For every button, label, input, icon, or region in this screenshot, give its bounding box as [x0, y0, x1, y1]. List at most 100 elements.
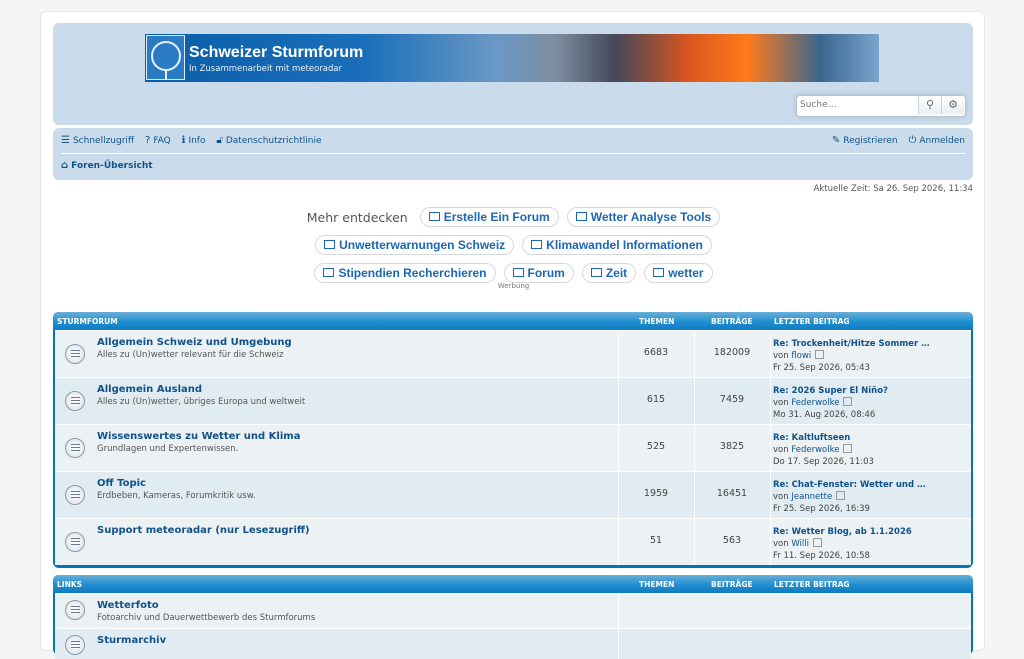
col-last: LETZTER BEITRAG: [774, 580, 850, 589]
forum-row: Allgemein Schweiz und Umgebung Alles zu …: [55, 330, 971, 377]
forum-row: Wissenswertes zu Wetter und Klima Grundl…: [55, 424, 971, 471]
last-post-by: von: [773, 539, 789, 549]
discover-pill[interactable]: Erstelle Ein Forum: [419, 207, 559, 227]
view-post-icon[interactable]: [813, 538, 822, 547]
forum-description: Alles zu (Un)wetter relevant für die Sch…: [97, 350, 284, 360]
view-post-icon[interactable]: [836, 491, 846, 500]
forum-row: Sturmarchiv: [55, 628, 971, 659]
view-post-icon[interactable]: [815, 350, 825, 359]
site-description: In Zusammenarbeit mit meteoradar: [189, 64, 343, 74]
home-icon: ⌂: [61, 160, 69, 171]
post-count: 563: [722, 535, 742, 546]
last-post-title[interactable]: Re: Trockenheit/Hitze Sommer …: [773, 338, 930, 350]
ad-icon: [653, 268, 665, 278]
ad-icon: [590, 268, 602, 278]
search-button[interactable]: ⚲: [918, 96, 941, 114]
bars-icon: ☰: [61, 135, 70, 146]
last-post: Re: Chat-Fenster: Wetter und … von Jeann…: [773, 479, 926, 515]
col-divider: [618, 629, 619, 659]
category-name[interactable]: LINKS: [57, 580, 82, 589]
discover-more: Mehr entdecken Erstelle Ein Forum Wetter…: [41, 203, 986, 287]
forum-description: Grundlagen und Expertenwissen.: [97, 444, 239, 454]
forum-row: Off Topic Erdbeben, Kameras, Forumkritik…: [55, 471, 971, 518]
forum-title[interactable]: Wissenswertes zu Wetter und Klima: [97, 431, 300, 442]
forum-row: Allgemein Ausland Alles zu (Un)wetter, ü…: [55, 377, 971, 424]
lock-icon: 🔓︎: [216, 135, 223, 146]
ad-icon: [428, 212, 440, 222]
last-post-date: Fr 25. Sep 2026, 16:39: [773, 504, 870, 514]
link-icon[interactable]: [65, 600, 85, 620]
col-divider: [770, 472, 771, 518]
discover-row-2: Unwetterwarnungen Schweiz Klimawandel In…: [41, 231, 986, 259]
ad-icon: [323, 268, 335, 278]
last-post-title[interactable]: Re: Chat-Fenster: Wetter und …: [773, 479, 926, 491]
discover-pill[interactable]: Forum: [503, 263, 574, 283]
nav-privacy[interactable]: 🔓︎ Datenschutzrichtlinie: [216, 135, 321, 146]
forum-title[interactable]: Off Topic: [97, 478, 146, 489]
forum-read-icon[interactable]: [65, 344, 85, 364]
col-topics: THEMEN: [639, 317, 675, 326]
category-sturmforum: STURMFORUM THEMEN BEITRÄGE LETZTER BEITR…: [53, 312, 973, 568]
category-header: STURMFORUM THEMEN BEITRÄGE LETZTER BEITR…: [53, 312, 973, 330]
last-post-author[interactable]: Federwolke: [791, 398, 839, 408]
ad-icon: [512, 268, 524, 278]
last-post-author[interactable]: Willi: [791, 539, 809, 549]
forum-read-icon[interactable]: [65, 438, 85, 458]
advanced-search-button[interactable]: ⚙: [941, 96, 964, 114]
last-post-by: von: [773, 351, 789, 361]
forum-title[interactable]: Wetterfoto: [97, 600, 159, 611]
forum-title[interactable]: Support meteoradar (nur Lesezugriff): [97, 525, 310, 536]
col-posts: BEITRÄGE: [711, 580, 753, 589]
link-icon[interactable]: [65, 635, 85, 655]
discover-pill[interactable]: Wetter Analyse Tools: [566, 207, 721, 227]
last-post-title[interactable]: Re: Kaltluftseen: [773, 432, 874, 444]
search-input[interactable]: [797, 96, 920, 114]
col-divider: [770, 519, 771, 565]
gear-icon: ⚙: [948, 98, 958, 111]
forum-read-icon[interactable]: [65, 391, 85, 411]
nav-info[interactable]: ℹ Info: [182, 135, 206, 146]
col-divider: [770, 378, 771, 424]
view-post-icon[interactable]: [843, 444, 853, 453]
discover-pill[interactable]: Klimawandel Informationen: [522, 235, 712, 255]
breadcrumb[interactable]: ⌂ Foren-Übersicht: [61, 160, 153, 171]
last-post-author[interactable]: Federwolke: [791, 445, 839, 455]
last-post-date: Fr 25. Sep 2026, 05:43: [773, 363, 870, 373]
forum-row: Wetterfoto Fotoarchiv und Dauerwettbewer…: [55, 593, 971, 628]
navbar: ☰ Schnellzugriff ? FAQ ℹ Info 🔓︎ Datenschutz…: [53, 128, 973, 180]
discover-pill[interactable]: Unwetterwarnungen Schweiz: [315, 235, 515, 255]
category-links: LINKS THEMEN BEITRÄGE LETZTER BEITRAG We…: [53, 575, 973, 659]
forum-title[interactable]: Sturmarchiv: [97, 635, 166, 646]
discover-pill[interactable]: wetter: [644, 263, 713, 283]
last-post-author[interactable]: flowi: [791, 351, 811, 361]
last-post-title[interactable]: Re: Wetter Blog, ab 1.1.2026: [773, 526, 912, 538]
topic-count: 525: [646, 441, 666, 452]
nav-login[interactable]: ⏻ Anmelden: [908, 135, 965, 146]
site-logo-icon: [146, 35, 185, 80]
discover-pill[interactable]: Zeit: [581, 263, 637, 283]
post-count: 7459: [719, 394, 745, 405]
last-post-date: Fr 11. Sep 2026, 10:58: [773, 551, 870, 561]
category-name[interactable]: STURMFORUM: [57, 317, 118, 326]
nav-register[interactable]: ✎ Registrieren: [832, 135, 898, 146]
category-header: LINKS THEMEN BEITRÄGE LETZTER BEITRAG: [53, 575, 973, 593]
nav-quicklinks[interactable]: ☰ Schnellzugriff: [61, 135, 134, 146]
col-last: LETZTER BEITRAG: [774, 317, 850, 326]
forum-title[interactable]: Allgemein Ausland: [97, 384, 202, 395]
site-title[interactable]: Schweizer Sturmforum: [189, 44, 363, 62]
discover-pill[interactable]: Stipendien Recherchieren: [314, 263, 496, 283]
view-post-icon[interactable]: [843, 397, 853, 406]
last-post-author[interactable]: Jeannette: [791, 492, 832, 502]
forum-description: Alles zu (Un)wetter, übriges Europa und …: [97, 397, 306, 407]
page-wrap: Schweizer Sturmforum In Zusammenarbeit m…: [40, 11, 986, 659]
question-icon: ?: [145, 135, 151, 146]
forum-title[interactable]: Allgemein Schweiz und Umgebung: [97, 337, 292, 348]
nav-faq[interactable]: ? FAQ: [145, 135, 171, 146]
power-icon: ⏻: [908, 135, 917, 146]
ad-label: Werbung: [497, 282, 530, 290]
post-count: 3825: [719, 441, 745, 452]
last-post-title[interactable]: Re: 2026 Super El Niño?: [773, 385, 888, 397]
site-banner[interactable]: Schweizer Sturmforum In Zusammenarbeit m…: [145, 34, 879, 82]
forum-read-icon[interactable]: [65, 485, 85, 505]
forum-read-icon[interactable]: [65, 532, 85, 552]
